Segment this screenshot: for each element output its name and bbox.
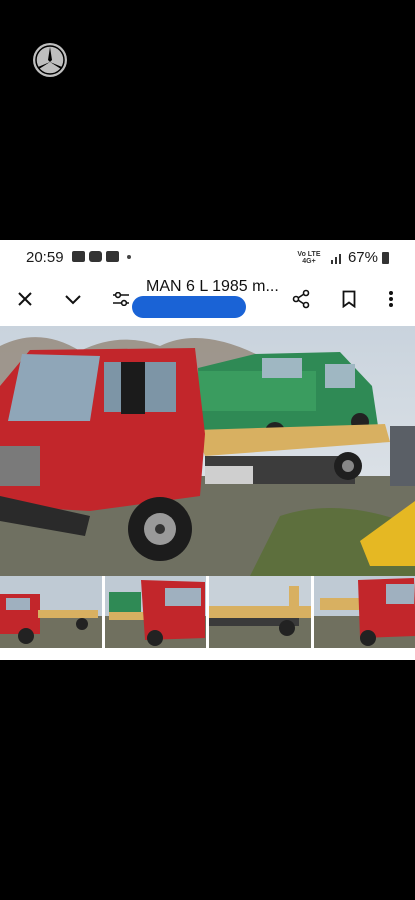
more-vert-icon[interactable]: [378, 286, 404, 312]
more-notifications-dot: [127, 254, 131, 259]
redaction-scribble: [132, 296, 246, 318]
chevron-down-icon[interactable]: [60, 286, 86, 312]
notification-icons: [72, 251, 131, 262]
thumbnail-strip: [0, 576, 415, 648]
battery-icon: [382, 251, 389, 264]
thumbnail-4[interactable]: [313, 576, 415, 648]
gallery-icon: [72, 251, 85, 262]
tune-icon[interactable]: [108, 286, 134, 312]
status-time: 20:59: [26, 249, 64, 266]
linkedin-icon: [106, 251, 119, 262]
image-title: MAN 6 L 1985 m...: [146, 278, 279, 295]
close-icon[interactable]: [12, 286, 38, 312]
status-bar: 20:59 Vo LTE 4G+ 67%: [0, 240, 415, 274]
thumbnail-3[interactable]: [209, 576, 311, 648]
thumbnail-1[interactable]: [0, 576, 102, 648]
bookmark-icon[interactable]: [336, 286, 362, 312]
mercedes-star-icon: [33, 43, 67, 77]
status-right: Vo LTE 4G+ 67%: [292, 249, 389, 266]
share-icon[interactable]: [288, 286, 314, 312]
battery-percent: 67%: [347, 249, 378, 266]
image-viewer-sheet: 20:59 Vo LTE 4G+ 67% MAN 6 L 1985 m...: [0, 240, 415, 660]
youtube-icon: [89, 251, 102, 262]
toolbar: MAN 6 L 1985 m...: [0, 274, 415, 326]
top-black-area: [0, 0, 415, 240]
thumbnail-2[interactable]: [104, 576, 206, 648]
main-photo[interactable]: [0, 326, 415, 576]
network-type: Vo LTE 4G+: [297, 250, 321, 265]
signal-icon: [330, 253, 341, 264]
